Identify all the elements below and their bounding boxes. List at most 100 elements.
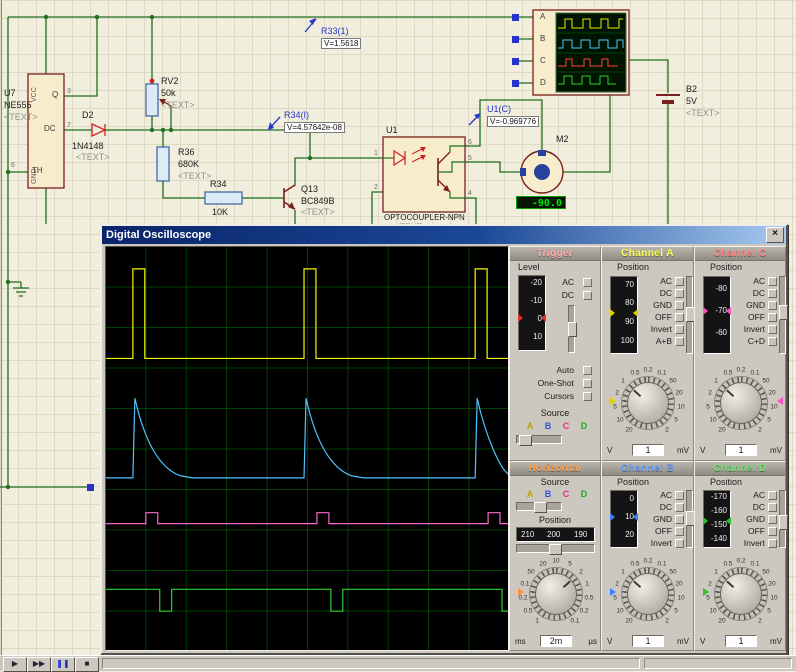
channel-c-gain-knob[interactable]: 20 10 5 2 1 0.5 0.2 0.1 50 20 10 5 2 V 1… bbox=[695, 359, 787, 459]
auto-indicator[interactable] bbox=[583, 366, 592, 375]
indicator[interactable] bbox=[768, 515, 777, 524]
oscilloscope-titlebar[interactable]: Digital Oscilloscope × bbox=[102, 226, 786, 244]
trigger-ac-button[interactable]: AC bbox=[510, 277, 600, 288]
one-shot-indicator[interactable] bbox=[583, 379, 592, 388]
channel-b-header: Channel B bbox=[602, 462, 693, 476]
indicator[interactable] bbox=[675, 289, 684, 298]
slider-thumb[interactable] bbox=[568, 322, 577, 337]
channel-c-gnd-button[interactable]: GND bbox=[695, 300, 785, 311]
probe-u1c-label: U1(C) bbox=[487, 104, 511, 114]
channel-a-gnd-button[interactable]: GND bbox=[602, 300, 693, 311]
indicator[interactable] bbox=[675, 301, 684, 310]
slider-thumb[interactable] bbox=[779, 515, 788, 530]
component-m2[interactable] bbox=[520, 150, 563, 193]
knob-face[interactable] bbox=[535, 573, 577, 615]
channel-b-off-button[interactable]: OFF bbox=[602, 526, 693, 537]
component-u1[interactable] bbox=[383, 137, 465, 212]
channel-d-position-slider[interactable] bbox=[779, 490, 786, 548]
component-r34[interactable] bbox=[205, 192, 242, 204]
horizontal-source-slider[interactable] bbox=[516, 502, 562, 511]
indicator[interactable] bbox=[768, 301, 777, 310]
channel-c-cplusd-button[interactable]: C+D bbox=[695, 336, 785, 347]
channel-a-ac-button[interactable]: AC bbox=[602, 276, 693, 287]
channel-a-gain-knob[interactable]: 20 10 5 2 1 0.5 0.2 0.1 50 20 10 5 2 V 1… bbox=[602, 359, 694, 459]
channel-b-position-slider[interactable] bbox=[686, 490, 693, 548]
indicator[interactable] bbox=[675, 527, 684, 536]
indicator[interactable] bbox=[768, 539, 777, 548]
channel-c-ac-button[interactable]: AC bbox=[695, 276, 785, 287]
indicator[interactable] bbox=[675, 337, 684, 346]
channel-d-gain-knob[interactable]: 20 10 5 2 1 0.5 0.2 0.1 50 20 10 5 2 V 1… bbox=[695, 550, 787, 650]
stop-button[interactable]: ■ bbox=[75, 657, 99, 672]
indicator[interactable] bbox=[768, 337, 777, 346]
indicator[interactable] bbox=[675, 491, 684, 500]
indicator[interactable] bbox=[675, 313, 684, 322]
dc-indicator[interactable] bbox=[583, 291, 592, 300]
knob-scale-label: 2 bbox=[615, 581, 619, 588]
r34-ref: R34 bbox=[210, 179, 227, 189]
channel-c-off-button[interactable]: OFF bbox=[695, 312, 785, 323]
horizontal-position-scale[interactable]: 210 200 190 bbox=[516, 527, 595, 542]
indicator[interactable] bbox=[675, 515, 684, 524]
channel-a-off-button[interactable]: OFF bbox=[602, 312, 693, 323]
unit-right: mV bbox=[770, 446, 782, 455]
component-d2[interactable] bbox=[85, 124, 117, 136]
channel-a-invert-button[interactable]: Invert bbox=[602, 324, 693, 335]
channel-d-off-button[interactable]: OFF bbox=[695, 526, 785, 537]
channel-a-aplusb-button[interactable]: A+B bbox=[602, 336, 693, 347]
channel-d-ac-button[interactable]: AC bbox=[695, 490, 785, 501]
channel-c-invert-button[interactable]: Invert bbox=[695, 324, 785, 335]
indicator[interactable] bbox=[675, 277, 684, 286]
cursors-indicator[interactable] bbox=[583, 392, 592, 401]
component-r36[interactable] bbox=[157, 147, 169, 181]
auto-button[interactable]: Auto bbox=[510, 365, 600, 376]
cursors-button[interactable]: Cursors bbox=[510, 391, 600, 402]
indicator[interactable] bbox=[675, 503, 684, 512]
trigger-source-slider[interactable] bbox=[516, 435, 562, 444]
channel-b-ac-button[interactable]: AC bbox=[602, 490, 693, 501]
indicator[interactable] bbox=[675, 539, 684, 548]
indicator[interactable] bbox=[768, 503, 777, 512]
channel-d-dc-button[interactable]: DC bbox=[695, 502, 785, 513]
channel-b-gain-knob[interactable]: 20 10 5 2 1 0.5 0.2 0.1 50 20 10 5 2 V 1… bbox=[602, 550, 694, 650]
channel-a-position-slider[interactable] bbox=[686, 276, 693, 354]
timebase-knob[interactable]: 1 0.5 0.2 0.1 50 20 10 5 2 1 0.5 0.2 0.1… bbox=[510, 550, 602, 650]
indicator[interactable] bbox=[768, 325, 777, 334]
indicator[interactable] bbox=[768, 491, 777, 500]
channel-b-panel: Channel B Position 0 10 20 AC DC GND OFF… bbox=[601, 461, 694, 651]
indicator[interactable] bbox=[768, 313, 777, 322]
slider-thumb[interactable] bbox=[519, 435, 532, 446]
channel-a-dc-button[interactable]: DC bbox=[602, 288, 693, 299]
pause-button[interactable]: ❚❚ bbox=[51, 657, 75, 672]
trigger-level-slider[interactable] bbox=[568, 305, 575, 353]
knob-face[interactable] bbox=[720, 382, 762, 424]
channel-d-gnd-button[interactable]: GND bbox=[695, 514, 785, 525]
indicator[interactable] bbox=[675, 325, 684, 334]
knob-face[interactable] bbox=[627, 573, 669, 615]
component-scope[interactable] bbox=[533, 10, 629, 95]
close-button[interactable]: × bbox=[766, 227, 784, 243]
step-button[interactable]: ▶▶ bbox=[27, 657, 51, 672]
channel-b-gnd-button[interactable]: GND bbox=[602, 514, 693, 525]
d2-text: <TEXT> bbox=[76, 152, 110, 162]
component-q13[interactable] bbox=[284, 185, 295, 210]
channel-d-invert-button[interactable]: Invert bbox=[695, 538, 785, 549]
play-button[interactable]: ▶ bbox=[3, 657, 27, 672]
indicator[interactable] bbox=[768, 289, 777, 298]
channel-c-position-slider[interactable] bbox=[779, 276, 786, 354]
knob-scale-label: 2 bbox=[579, 569, 583, 576]
trigger-dc-button[interactable]: DC bbox=[510, 290, 600, 301]
m2-angle-display: -90.0 bbox=[516, 196, 566, 209]
component-b2[interactable] bbox=[656, 95, 680, 102]
indicator[interactable] bbox=[768, 527, 777, 536]
slider-thumb[interactable] bbox=[534, 502, 547, 513]
ac-indicator[interactable] bbox=[583, 278, 592, 287]
one-shot-button[interactable]: One-Shot bbox=[510, 378, 600, 389]
indicator[interactable] bbox=[768, 277, 777, 286]
channel-b-dc-button[interactable]: DC bbox=[602, 502, 693, 513]
slider-thumb[interactable] bbox=[779, 305, 788, 320]
knob-face[interactable] bbox=[720, 573, 762, 615]
knob-face[interactable] bbox=[627, 382, 669, 424]
channel-c-dc-button[interactable]: DC bbox=[695, 288, 785, 299]
channel-b-invert-button[interactable]: Invert bbox=[602, 538, 693, 549]
